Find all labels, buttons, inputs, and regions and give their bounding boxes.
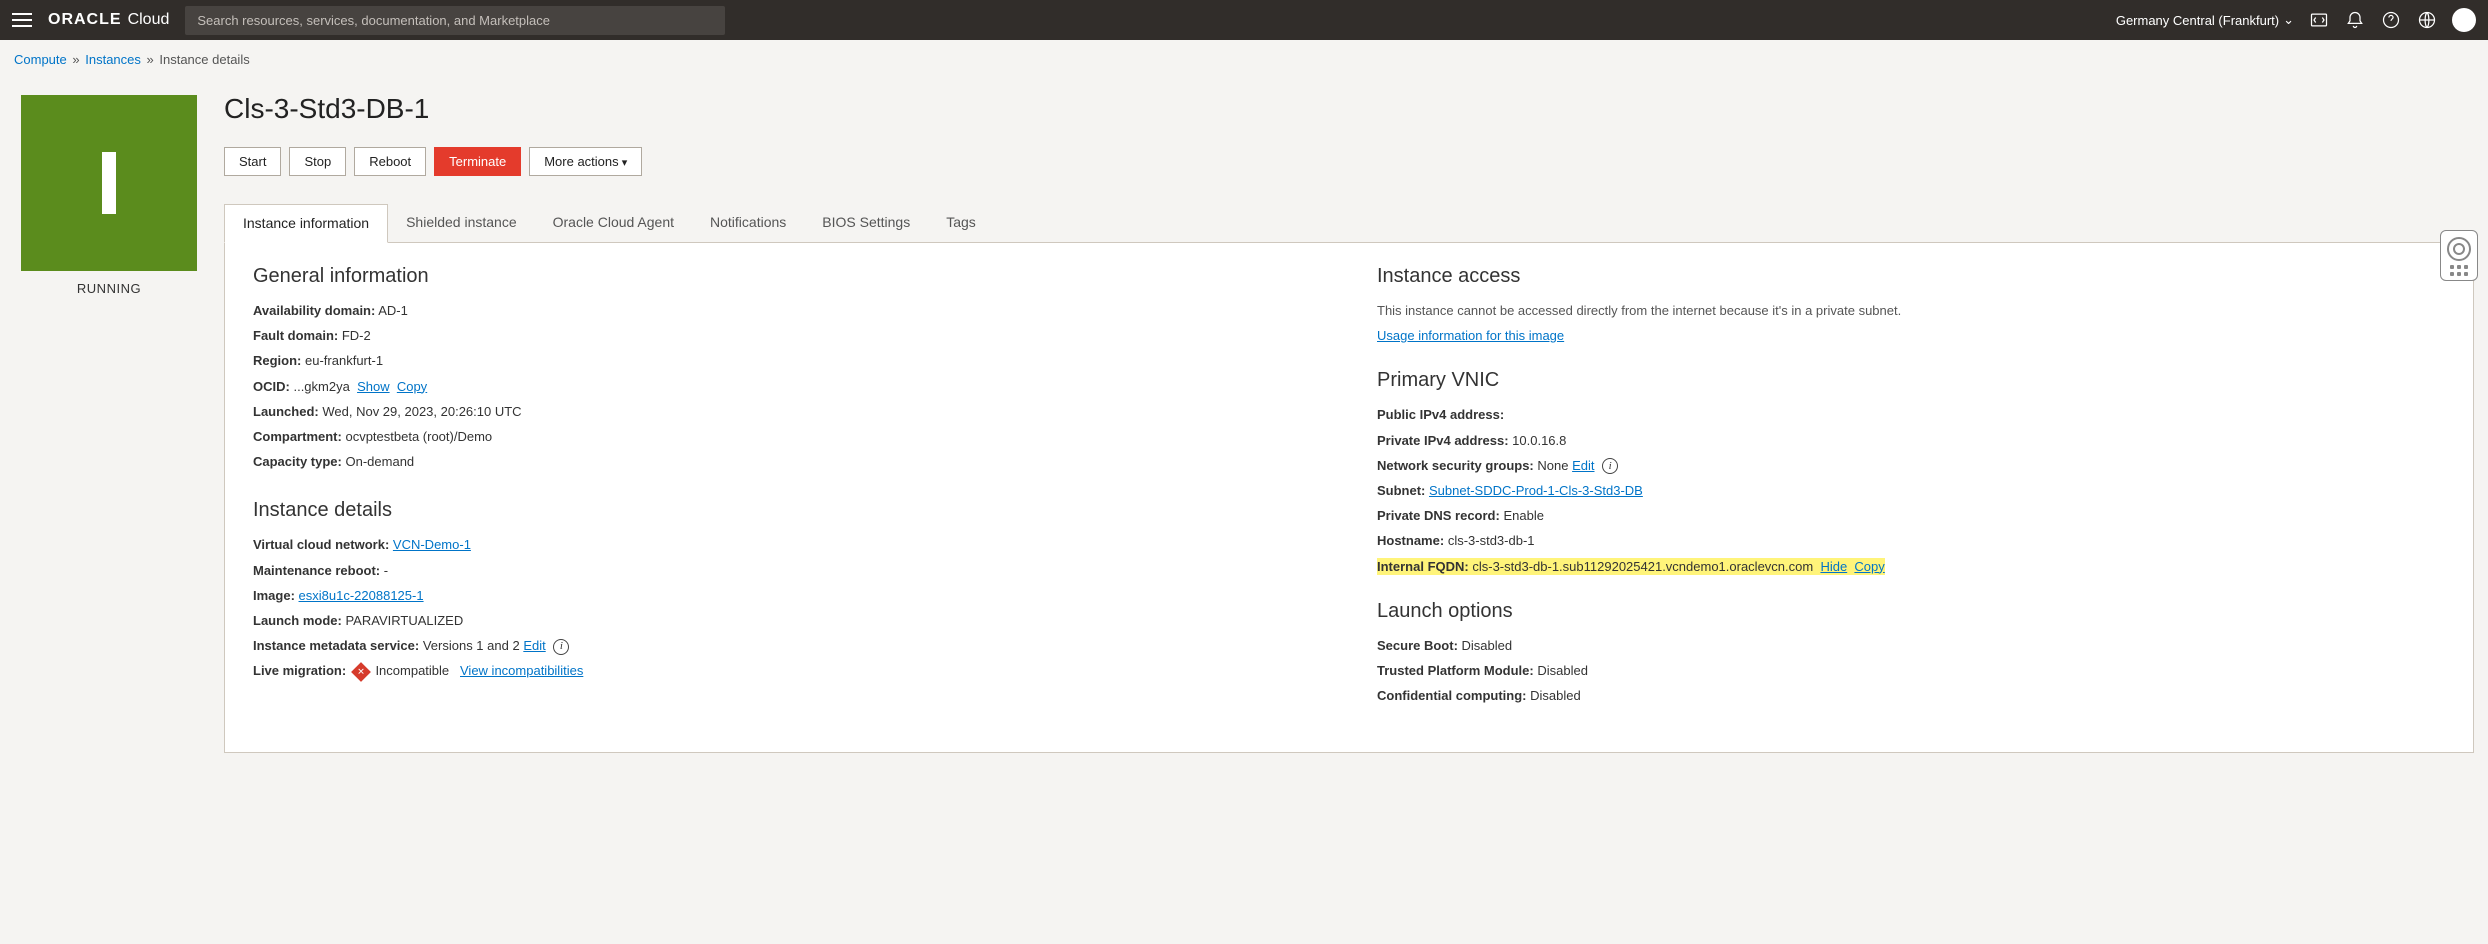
info-icon[interactable]: i — [1602, 458, 1618, 474]
stop-button[interactable]: Stop — [289, 147, 346, 176]
row-availability-domain: Availability domain: AD-1 — [253, 302, 1321, 320]
announcements-icon[interactable] — [2344, 9, 2366, 31]
topbar-right: Germany Central (Frankfurt) ⌄ — [2116, 8, 2476, 32]
row-private-ip: Private IPv4 address: 10.0.16.8 — [1377, 432, 2445, 450]
lifebuoy-icon — [2447, 237, 2471, 261]
row-public-ip: Public IPv4 address: — [1377, 406, 2445, 424]
metadata-edit-link[interactable]: Edit — [523, 638, 545, 653]
subnet-link[interactable]: Subnet-SDDC-Prod-1-Cls-3-Std3-DB — [1429, 483, 1643, 498]
top-bar: ORACLE Cloud Germany Central (Frankfurt)… — [0, 0, 2488, 40]
support-widget[interactable] — [2440, 230, 2478, 281]
row-ocid: OCID: ...gkm2ya Show Copy — [253, 378, 1321, 396]
info-icon[interactable]: i — [553, 639, 569, 655]
region-selector[interactable]: Germany Central (Frankfurt) ⌄ — [2116, 12, 2294, 28]
crumb-sep: » — [147, 52, 154, 67]
crumb-instances[interactable]: Instances — [85, 52, 141, 67]
row-live-migration: Live migration: Incompatible View incomp… — [253, 662, 1321, 680]
search-input[interactable] — [185, 6, 725, 35]
action-row: Start Stop Reboot Terminate More actions — [224, 147, 2474, 176]
brand-bold: ORACLE — [48, 11, 122, 29]
crumb-compute[interactable]: Compute — [14, 52, 67, 67]
status-tile — [21, 95, 197, 271]
view-incompatibilities-link[interactable]: View incompatibilities — [460, 663, 583, 678]
crumb-current: Instance details — [159, 52, 249, 67]
search-box — [185, 6, 725, 35]
vcn-link[interactable]: VCN-Demo-1 — [393, 537, 471, 552]
row-dns-record: Private DNS record: Enable — [1377, 507, 2445, 525]
content-column: Cls-3-Std3-DB-1 Start Stop Reboot Termin… — [224, 75, 2474, 753]
tab-tags[interactable]: Tags — [928, 204, 994, 242]
section-access: Instance access — [1377, 265, 2445, 288]
terminate-button[interactable]: Terminate — [434, 147, 521, 176]
status-column: RUNNING — [14, 75, 204, 296]
tabs: Instance information Shielded instance O… — [224, 204, 2474, 243]
section-general: General information — [253, 265, 1321, 288]
panel-left: General information Availability domain:… — [225, 261, 1349, 712]
row-launch-mode: Launch mode: PARAVIRTUALIZED — [253, 612, 1321, 630]
region-label: Germany Central (Frankfurt) — [2116, 13, 2279, 28]
globe-icon[interactable] — [2416, 9, 2438, 31]
fqdn-hide-link[interactable]: Hide — [1820, 559, 1847, 574]
row-fault-domain: Fault domain: FD-2 — [253, 327, 1321, 345]
ocid-copy-link[interactable]: Copy — [397, 379, 427, 394]
tab-oracle-cloud-agent[interactable]: Oracle Cloud Agent — [535, 204, 692, 242]
row-image: Image: esxi8u1c-22088125-1 — [253, 587, 1321, 605]
tab-shielded-instance[interactable]: Shielded instance — [388, 204, 535, 242]
row-launched: Launched: Wed, Nov 29, 2023, 20:26:10 UT… — [253, 403, 1321, 421]
brand-logo[interactable]: ORACLE Cloud — [48, 11, 169, 29]
panel-right: Instance access This instance cannot be … — [1349, 261, 2473, 712]
row-maintenance: Maintenance reboot: - — [253, 562, 1321, 580]
section-details: Instance details — [253, 499, 1321, 522]
info-panel: General information Availability domain:… — [224, 243, 2474, 753]
row-internal-fqdn: Internal FQDN: cls-3-std3-db-1.sub112920… — [1377, 558, 2445, 576]
row-tpm: Trusted Platform Module: Disabled — [1377, 662, 2445, 680]
dev-tools-icon[interactable] — [2308, 9, 2330, 31]
breadcrumb: Compute » Instances » Instance details — [0, 40, 2488, 75]
access-note: This instance cannot be accessed directl… — [1377, 302, 2445, 320]
row-compartment: Compartment: ocvptestbeta (root)/Demo — [253, 428, 1321, 446]
usage-info-link[interactable]: Usage information for this image — [1377, 328, 1564, 343]
ocid-show-link[interactable]: Show — [357, 379, 390, 394]
more-actions-button[interactable]: More actions — [529, 147, 642, 176]
row-vcn: Virtual cloud network: VCN-Demo-1 — [253, 536, 1321, 554]
status-label: RUNNING — [14, 281, 204, 296]
section-launch-options: Launch options — [1377, 600, 2445, 623]
row-hostname: Hostname: cls-3-std3-db-1 — [1377, 532, 2445, 550]
brand-light: Cloud — [128, 11, 170, 29]
row-metadata: Instance metadata service: Versions 1 an… — [253, 637, 1321, 655]
incompatible-icon — [351, 662, 371, 682]
tab-notifications[interactable]: Notifications — [692, 204, 804, 242]
row-region: Region: eu-frankfurt-1 — [253, 352, 1321, 370]
crumb-sep: » — [72, 52, 79, 67]
tab-instance-information[interactable]: Instance information — [224, 204, 388, 243]
chevron-down-icon: ⌄ — [2283, 12, 2294, 28]
row-secure-boot: Secure Boot: Disabled — [1377, 637, 2445, 655]
status-glyph — [102, 152, 116, 214]
image-link[interactable]: esxi8u1c-22088125-1 — [299, 588, 424, 603]
row-capacity-type: Capacity type: On-demand — [253, 453, 1321, 471]
profile-avatar[interactable] — [2452, 8, 2476, 32]
start-button[interactable]: Start — [224, 147, 281, 176]
row-subnet: Subnet: Subnet-SDDC-Prod-1-Cls-3-Std3-DB — [1377, 482, 2445, 500]
row-confidential: Confidential computing: Disabled — [1377, 687, 2445, 705]
fqdn-copy-link[interactable]: Copy — [1854, 559, 1884, 574]
nsg-edit-link[interactable]: Edit — [1572, 458, 1594, 473]
row-nsg: Network security groups: None Edit i — [1377, 457, 2445, 475]
reboot-button[interactable]: Reboot — [354, 147, 426, 176]
menu-icon[interactable] — [12, 13, 32, 27]
page-title: Cls-3-Std3-DB-1 — [224, 93, 2474, 125]
grid-icon — [2445, 265, 2473, 276]
help-icon[interactable] — [2380, 9, 2402, 31]
section-primary-vnic: Primary VNIC — [1377, 369, 2445, 392]
tab-bios-settings[interactable]: BIOS Settings — [804, 204, 928, 242]
